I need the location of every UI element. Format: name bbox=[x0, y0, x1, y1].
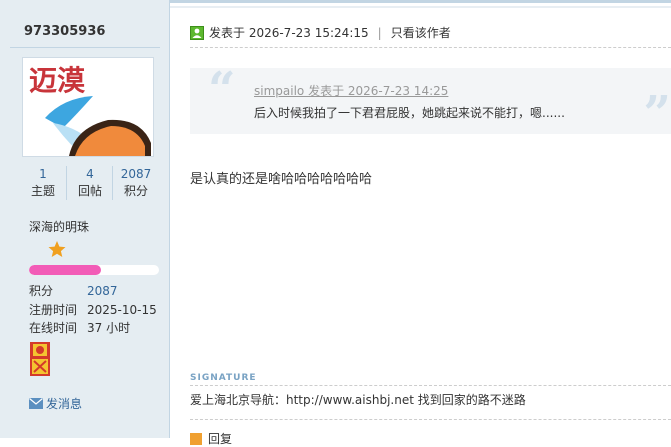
star-icon bbox=[48, 241, 66, 257]
reply-message: 是认真的还是啥哈哈哈哈哈哈哈 bbox=[190, 172, 373, 187]
send-message-label: 发消息 bbox=[46, 397, 83, 411]
quote-block: “ simpailo 发表于 2026-7-23 14:25 后入时候我拍了一下… bbox=[190, 62, 671, 142]
close-quote-icon: ” bbox=[643, 86, 671, 142]
avatar[interactable]: 迈漠 bbox=[22, 57, 154, 157]
profile-credits-value[interactable]: 2087 bbox=[87, 284, 118, 298]
reply-button[interactable]: 回复 bbox=[190, 430, 232, 447]
moon-icon bbox=[30, 242, 37, 256]
profile-credits-row: 积分 2087 bbox=[29, 282, 118, 300]
quote-source[interactable]: simpailo 发表于 2026-7-23 14:25 bbox=[254, 82, 448, 99]
quote-text: 后入时候我拍了一下君君屁股，她跳起来说不能打，嗯...... bbox=[254, 106, 565, 120]
stat-posts-count: 4 bbox=[86, 167, 94, 181]
author-sidebar: 973305936 迈漠 1 主题 4 回帖 2087 积分 深海的明珠 积分 … bbox=[0, 0, 170, 438]
divider bbox=[190, 47, 671, 48]
send-message-button[interactable]: 发消息 bbox=[29, 395, 82, 412]
user-stats: 1 主题 4 回帖 2087 积分 bbox=[20, 166, 159, 202]
stat-credits[interactable]: 2087 积分 bbox=[112, 166, 159, 200]
profile-regdate-row: 注册时间 2025-10-15 bbox=[29, 301, 157, 319]
stat-threads-count: 1 bbox=[39, 167, 47, 181]
divider bbox=[10, 47, 160, 48]
svg-text:迈漠: 迈漠 bbox=[29, 64, 86, 97]
post-time: 发表于 2026-7-23 15:24:15 bbox=[209, 26, 369, 40]
stat-credits-count: 2087 bbox=[120, 167, 152, 181]
author-name[interactable]: 973305936 bbox=[24, 24, 105, 39]
post-header: 发表于 2026-7-23 15:24:15 | 只看该作者 bbox=[190, 24, 451, 41]
level-stars bbox=[29, 240, 69, 258]
stat-threads[interactable]: 1 主题 bbox=[20, 166, 66, 200]
online-status-icon bbox=[190, 25, 204, 40]
stat-posts[interactable]: 4 回帖 bbox=[66, 166, 113, 200]
level-progress-bar bbox=[29, 265, 159, 275]
user-rank[interactable]: 深海的明珠 bbox=[29, 218, 89, 235]
envelope-icon bbox=[29, 398, 43, 409]
header-separator: | bbox=[377, 25, 382, 40]
profile-regdate-value: 2025-10-15 bbox=[87, 303, 157, 317]
divider bbox=[190, 419, 671, 420]
signature-label: SIGNATURE bbox=[190, 373, 257, 383]
profile-credits-key: 积分 bbox=[29, 284, 54, 298]
reply-button-label: 回复 bbox=[208, 432, 233, 446]
stat-threads-label: 主题 bbox=[30, 184, 55, 198]
stat-posts-label: 回帖 bbox=[77, 184, 102, 198]
post-content: 发表于 2026-7-23 15:24:15 | 只看该作者 “ simpail… bbox=[170, 0, 671, 446]
header-rule bbox=[170, 6, 671, 8]
medal-badge-icon[interactable] bbox=[29, 341, 51, 380]
divider bbox=[190, 385, 671, 386]
level-progress-fill bbox=[29, 265, 101, 275]
profile-online-row: 在线时间 37 小时 bbox=[29, 319, 130, 337]
stat-credits-label: 积分 bbox=[123, 184, 148, 198]
reply-icon bbox=[190, 432, 202, 445]
profile-online-key: 在线时间 bbox=[29, 321, 78, 335]
signature-text[interactable]: 爱上海北京导航：http://www.aishbj.net 找到回家的路不迷路 bbox=[190, 391, 526, 408]
profile-regdate-key: 注册时间 bbox=[29, 303, 78, 317]
profile-online-value: 37 小时 bbox=[87, 321, 131, 335]
open-quote-icon: “ bbox=[208, 62, 236, 118]
only-author-link[interactable]: 只看该作者 bbox=[391, 24, 451, 41]
